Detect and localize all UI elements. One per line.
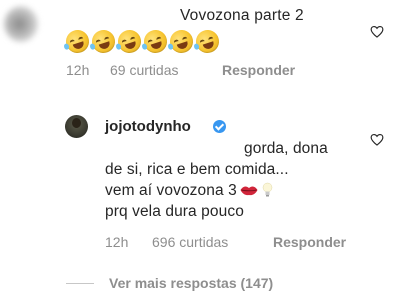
verified-badge-icon xyxy=(213,120,226,133)
rolling-on-floor-laughing-emoji-icon xyxy=(63,27,92,56)
reply-time: 12h xyxy=(105,234,129,250)
heart-outline-icon[interactable] xyxy=(370,133,384,146)
emoji-row xyxy=(63,27,222,56)
rolling-on-floor-laughing-emoji-icon xyxy=(141,27,170,56)
reply-likes-link[interactable]: 696 curtidas xyxy=(152,234,228,250)
replier-avatar[interactable] xyxy=(65,115,88,138)
reply-text: vem aí vovozona 3 xyxy=(105,182,237,199)
view-more-divider xyxy=(66,283,94,284)
comment-time: 12h xyxy=(66,62,90,78)
reply-text-line: de si, rica e bem comida... xyxy=(105,161,289,178)
commenter-avatar[interactable] xyxy=(4,6,38,42)
comment-reply-button[interactable]: Responder xyxy=(222,62,295,78)
rolling-on-floor-laughing-emoji-icon xyxy=(167,27,196,56)
reply-text-line: prq vela dura pouco xyxy=(105,203,244,220)
view-more-replies-button[interactable]: Ver mais respostas (147) xyxy=(109,275,273,291)
reply-text-line: gorda, dona xyxy=(244,140,328,157)
reply-text-line-with-emoji: vem aí vovozona 3 xyxy=(105,182,273,200)
reply-username[interactable]: jojotodynho xyxy=(105,118,191,135)
comment-text: Vovozona parte 2 xyxy=(180,7,304,24)
light-bulb-icon xyxy=(262,182,273,198)
comment-likes-link[interactable]: 69 curtidas xyxy=(110,62,178,78)
kiss-lips-icon xyxy=(240,185,258,196)
rolling-on-floor-laughing-emoji-icon xyxy=(193,27,222,56)
comments-thread: Vovozona parte 2 12h 69 curtidas Respond… xyxy=(0,0,400,300)
rolling-on-floor-laughing-emoji-icon xyxy=(89,27,118,56)
reply-reply-button[interactable]: Responder xyxy=(273,234,346,250)
rolling-on-floor-laughing-emoji-icon xyxy=(115,27,144,56)
heart-outline-icon[interactable] xyxy=(370,25,384,38)
